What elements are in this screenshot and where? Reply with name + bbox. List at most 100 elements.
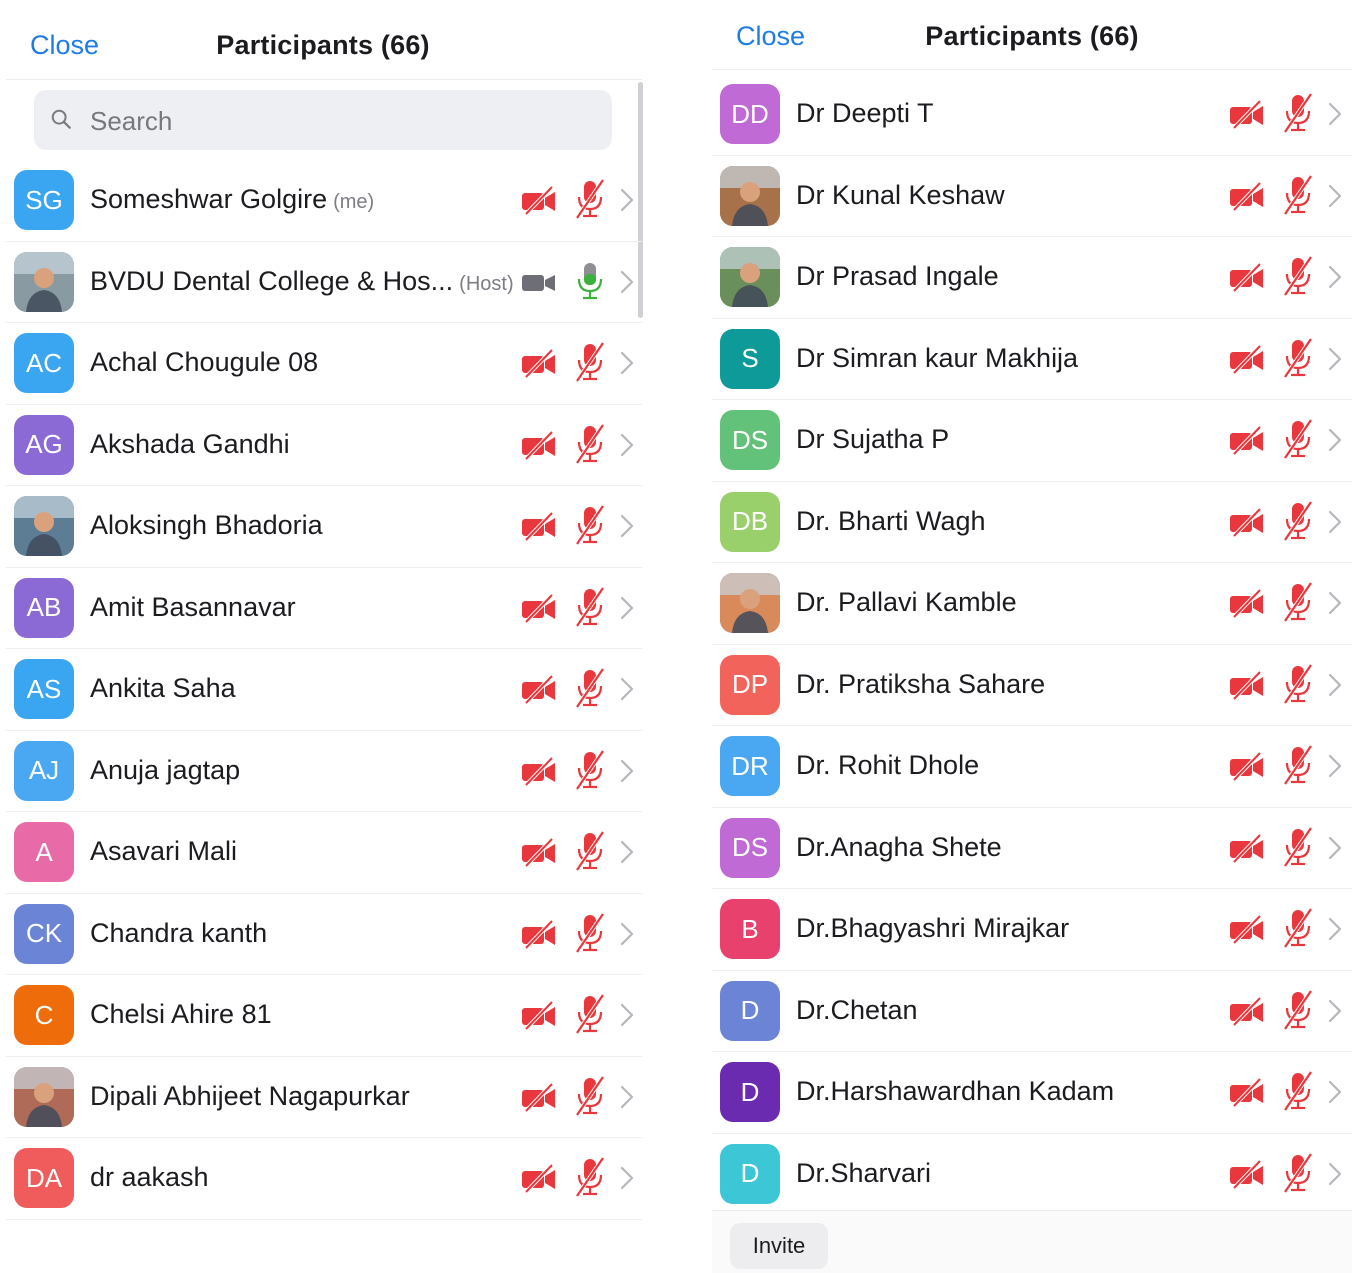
mic-muted-icon — [572, 1156, 608, 1198]
participant-row[interactable]: CK Chandra kanth — [6, 894, 642, 975]
avatar: AS — [14, 659, 74, 719]
participant-row[interactable]: C Chelsi Ahire 81 — [6, 975, 642, 1057]
chevron-right-icon[interactable] — [1328, 428, 1342, 452]
participant-row[interactable]: D Dr.Harshawardhan Kadam — [712, 1052, 1352, 1134]
participant-row[interactable]: DB Dr. Bharti Wagh — [712, 482, 1352, 563]
participant-row[interactable]: DA dr aakash — [6, 1138, 642, 1220]
chevron-right-icon[interactable] — [1328, 999, 1342, 1023]
chevron-right-icon[interactable] — [620, 840, 634, 864]
avatar: DA — [14, 1148, 74, 1208]
avatar: DD — [720, 84, 780, 144]
video-off-icon — [520, 918, 558, 950]
chevron-right-icon[interactable] — [1328, 102, 1342, 126]
participant-row[interactable]: Aloksingh Bhadoria — [6, 486, 642, 568]
participant-row[interactable]: DD Dr Deepti T — [712, 74, 1352, 156]
participant-name: Dr Simran kaur Makhija — [796, 343, 1078, 374]
chevron-right-icon[interactable] — [1328, 347, 1342, 371]
chevron-right-icon[interactable] — [620, 1085, 634, 1109]
mic-muted-icon — [1280, 826, 1316, 868]
participant-name-text: dr aakash — [90, 1162, 209, 1192]
chevron-right-icon[interactable] — [620, 433, 634, 457]
participant-name-text: Dr Simran kaur Makhija — [796, 342, 1079, 373]
search-input[interactable]: Search — [34, 90, 612, 150]
chevron-right-icon[interactable] — [1328, 917, 1342, 941]
chevron-right-icon[interactable] — [620, 351, 634, 375]
chevron-right-icon[interactable] — [620, 1003, 634, 1027]
avatar: CK — [14, 903, 74, 964]
chevron-right-icon[interactable] — [620, 922, 634, 946]
participant-row[interactable]: BVDU Dental College & Hos... (Host) — [6, 242, 642, 323]
mic-muted-icon — [572, 1075, 608, 1117]
avatar: DS — [720, 817, 780, 878]
video-off-icon — [520, 836, 558, 868]
video-off-icon — [1228, 343, 1266, 375]
chevron-right-icon[interactable] — [1328, 754, 1342, 778]
participant-row[interactable]: A Asavari Mali — [6, 812, 642, 894]
participant-name: Chandra kanth — [90, 918, 267, 949]
participant-row[interactable]: D Dr.Chetan — [712, 971, 1352, 1052]
participant-name-text: Dr.Anagha Shete — [796, 831, 1002, 862]
video-off-icon — [520, 184, 558, 216]
video-off-icon — [1228, 995, 1266, 1027]
participant-row[interactable]: S Dr Simran kaur Makhija — [712, 319, 1352, 400]
participant-row[interactable]: AB Amit Basannavar — [6, 568, 642, 649]
participant-row[interactable]: DR Dr. Rohit Dhole — [712, 726, 1352, 808]
chevron-right-icon[interactable] — [620, 759, 634, 783]
participant-row[interactable]: D Dr.Sharvari — [712, 1134, 1352, 1215]
chevron-right-icon[interactable] — [1328, 184, 1342, 208]
chevron-right-icon[interactable] — [1328, 673, 1342, 697]
participant-row[interactable]: Dr Kunal Keshaw — [712, 156, 1352, 237]
chevron-right-icon[interactable] — [620, 596, 634, 620]
video-off-icon — [1228, 98, 1266, 130]
chevron-right-icon[interactable] — [1328, 265, 1342, 289]
participant-name: Dr Deepti T — [796, 98, 934, 129]
avatar: D — [720, 1143, 780, 1204]
participant-name-text: Someshwar Golgire — [90, 184, 328, 214]
chevron-right-icon[interactable] — [1328, 836, 1342, 860]
participant-name-text: Dr. Pallavi Kamble — [796, 587, 1017, 617]
chevron-right-icon[interactable] — [1328, 1162, 1342, 1186]
page-title: Participants (66) — [925, 21, 1139, 51]
mic-muted-icon — [572, 912, 608, 954]
participant-row[interactable]: Dr Prasad Ingale — [712, 237, 1352, 319]
participant-row[interactable]: SG Someshwar Golgire (me) — [6, 160, 642, 242]
participant-row[interactable]: AJ Anuja jagtap — [6, 731, 642, 812]
participant-row[interactable]: Dr. Pallavi Kamble — [712, 563, 1352, 645]
participant-row[interactable]: AC Achal Chougule 08 — [6, 323, 642, 405]
mic-muted-icon — [1280, 174, 1316, 216]
participant-name: Dr Sujatha P — [796, 424, 949, 455]
participant-name: Dr.Bhagyashri Mirajkar — [796, 913, 1069, 944]
participant-name-text: Asavari Mali — [90, 836, 238, 866]
participant-row[interactable]: DS Dr Sujatha P — [712, 400, 1352, 482]
participant-row[interactable]: AS Ankita Saha — [6, 649, 642, 731]
chevron-right-icon[interactable] — [1328, 510, 1342, 534]
avatar-photo — [720, 247, 780, 307]
video-off-icon — [1228, 750, 1266, 782]
participant-row[interactable]: DS Dr.Anagha Shete — [712, 808, 1352, 889]
invite-button[interactable]: Invite — [730, 1223, 828, 1269]
mic-muted-icon — [1280, 744, 1316, 786]
participant-name-text: Amit Basannavar — [90, 591, 296, 622]
chevron-right-icon[interactable] — [1328, 591, 1342, 615]
chevron-right-icon[interactable] — [620, 677, 634, 701]
avatar-photo — [720, 165, 780, 226]
participant-name: Dr. Bharti Wagh — [796, 506, 986, 537]
participant-row[interactable]: AG Akshada Gandhi — [6, 405, 642, 486]
role-tag: (me) — [333, 191, 375, 213]
participant-name: Anuja jagtap — [90, 755, 240, 786]
chevron-right-icon[interactable] — [1328, 1080, 1342, 1104]
header: Close Participants (66) — [6, 0, 642, 80]
chevron-right-icon[interactable] — [620, 188, 634, 212]
participant-list: SG Someshwar Golgire (me) BVDU Dental Colle… — [6, 160, 642, 1220]
chevron-right-icon[interactable] — [620, 1166, 634, 1190]
mic-muted-icon — [1280, 1152, 1316, 1194]
participant-name: Achal Chougule 08 — [90, 347, 318, 378]
header: Close Participants (66) — [712, 0, 1352, 70]
chevron-right-icon[interactable] — [620, 514, 634, 538]
participant-row[interactable]: Dipali Abhijeet Nagapurkar — [6, 1057, 642, 1138]
mic-muted-icon — [572, 423, 608, 465]
chevron-right-icon[interactable] — [620, 270, 634, 294]
participant-row[interactable]: DP Dr. Pratiksha Sahare — [712, 645, 1352, 726]
participant-row[interactable]: B Dr.Bhagyashri Mirajkar — [712, 889, 1352, 971]
video-off-icon — [1228, 1158, 1266, 1190]
